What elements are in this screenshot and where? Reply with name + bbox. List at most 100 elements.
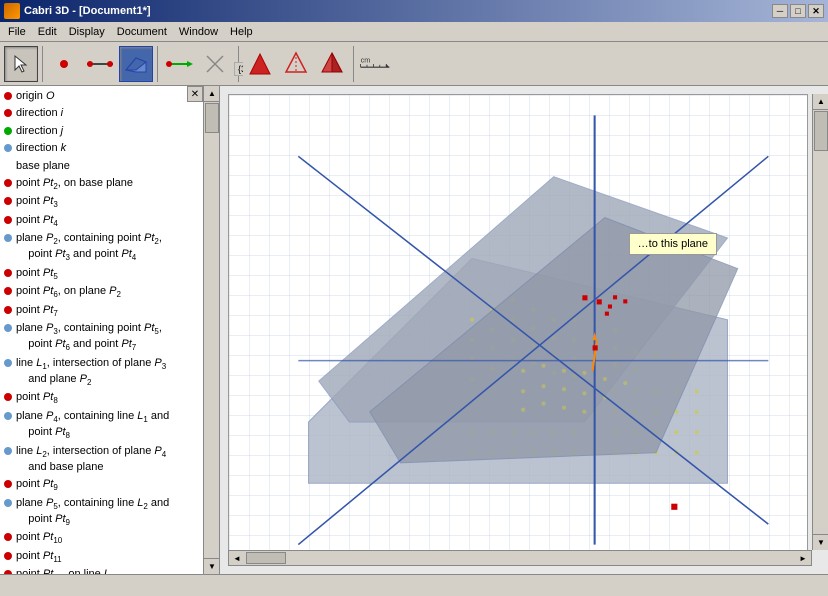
pt2-label: point Pt2, on base plane <box>16 176 133 192</box>
pt10-dot <box>4 533 12 541</box>
pyramid-outline-tool[interactable] <box>279 46 313 82</box>
panel-item-plane-p4[interactable]: plane P4, containing line L1 and point P… <box>0 408 219 443</box>
panel-item-pt7[interactable]: point Pt7 <box>0 302 219 320</box>
origin-label: origin O <box>16 89 55 104</box>
pt9-label: point Pt9 <box>16 477 58 493</box>
panel-item-direction-k[interactable]: direction k <box>0 140 219 157</box>
panel-item-pt9[interactable]: point Pt9 <box>0 476 219 494</box>
bottom-scrollbar[interactable]: ◄ ► <box>228 550 812 566</box>
tooltip: …to this plane <box>629 233 717 255</box>
pyramid-solid-tool[interactable] <box>315 46 349 82</box>
scroll-left-btn[interactable]: ◄ <box>229 551 245 565</box>
left-panel: ✕ origin O direction i direction j direc… <box>0 86 220 574</box>
window-controls: ─ □ ✕ <box>772 4 824 18</box>
panel-item-direction-i[interactable]: direction i <box>0 105 219 122</box>
scene-svg <box>229 95 807 565</box>
pt4-label: point Pt4 <box>16 213 58 229</box>
scroll-up-button[interactable]: ▲ <box>204 86 220 102</box>
panel-item-direction-j[interactable]: direction j <box>0 123 219 140</box>
right-scrollbar[interactable]: ▲ ▼ <box>812 94 828 550</box>
toolbar-separator-2 <box>157 46 158 82</box>
menu-document[interactable]: Document <box>111 24 173 40</box>
close-button[interactable]: ✕ <box>808 4 824 18</box>
dir-j-label: direction j <box>16 124 63 139</box>
scroll-thumb[interactable] <box>205 103 219 133</box>
p3-dot <box>4 324 12 332</box>
triangle-tool[interactable] <box>243 46 277 82</box>
axis-tool[interactable] <box>162 46 196 82</box>
pt5-dot <box>4 269 12 277</box>
panel-item-plane-p2[interactable]: plane P2, containing point Pt2, point Pt… <box>0 230 219 265</box>
scroll-up-btn[interactable]: ▲ <box>813 94 828 110</box>
svg-text:cm: cm <box>361 55 371 64</box>
p2-label: plane P2, containing point Pt2, point Pt… <box>16 231 162 264</box>
pt6-dot <box>4 287 12 295</box>
p5-label: plane P5, containing line L2 and point P… <box>16 496 169 529</box>
app-icon <box>4 3 20 19</box>
perpendicular-tool[interactable] <box>198 46 232 82</box>
toolbar-separator-1 <box>42 46 43 82</box>
pt12-label: point Pt12, on line L2 <box>16 567 114 574</box>
menu-help[interactable]: Help <box>224 24 259 40</box>
pt5-label: point Pt5 <box>16 266 58 282</box>
p4-dot <box>4 412 12 420</box>
scroll-down-button[interactable]: ▼ <box>204 558 220 574</box>
p2-dot <box>4 234 12 242</box>
l1-dot <box>4 359 12 367</box>
scroll-right-btn[interactable]: ► <box>795 551 811 565</box>
panel-item-pt10[interactable]: point Pt10 <box>0 529 219 547</box>
minimize-button[interactable]: ─ <box>772 4 788 18</box>
origin-dot <box>4 92 12 100</box>
pointer-tool[interactable] <box>4 46 38 82</box>
title-bar: Cabri 3D - [Document1*] ─ □ ✕ <box>0 0 828 22</box>
pt11-label: point Pt11 <box>16 549 62 565</box>
line-tool[interactable] <box>83 46 117 82</box>
panel-list: origin O direction i direction j directi… <box>0 86 219 574</box>
panel-item-pt5[interactable]: point Pt5 <box>0 265 219 283</box>
panel-item-line-l2[interactable]: line L2, intersection of plane P4 and ba… <box>0 443 219 477</box>
panel-item-pt11[interactable]: point Pt11 <box>0 548 219 566</box>
pt12-dot <box>4 570 12 574</box>
panel-item-pt2[interactable]: point Pt2, on base plane <box>0 175 219 193</box>
right-scroll-thumb[interactable] <box>814 111 828 151</box>
toolbar: {3} cm <box>0 42 828 86</box>
pt8-dot <box>4 393 12 401</box>
bottom-scroll-thumb[interactable] <box>246 552 286 564</box>
panel-item-pt3[interactable]: point Pt3 <box>0 193 219 211</box>
ruler-tool[interactable]: cm <box>358 46 392 82</box>
pt3-label: point Pt3 <box>16 194 58 210</box>
panel-item-pt4[interactable]: point Pt4 <box>0 212 219 230</box>
panel-item-pt12[interactable]: point Pt12, on line L2 <box>0 566 219 574</box>
status-bar <box>0 574 828 596</box>
menu-display[interactable]: Display <box>63 24 111 40</box>
plane-tool[interactable] <box>119 46 153 82</box>
pt3-dot <box>4 197 12 205</box>
panel-item-base-plane[interactable]: base plane <box>0 158 219 175</box>
pt8-label: point Pt8 <box>16 390 58 406</box>
menu-edit[interactable]: Edit <box>32 24 63 40</box>
maximize-button[interactable]: □ <box>790 4 806 18</box>
pt10-label: point Pt10 <box>16 530 62 546</box>
base-plane-label: base plane <box>16 159 70 174</box>
panel-item-plane-p3[interactable]: plane P3, containing point Pt5, point Pt… <box>0 320 219 355</box>
panel-item-plane-p5[interactable]: plane P5, containing line L2 and point P… <box>0 495 219 530</box>
l2-dot <box>4 447 12 455</box>
dir-k-dot <box>4 144 12 152</box>
p4-label: plane P4, containing line L1 and point P… <box>16 409 169 442</box>
panel-item-pt8[interactable]: point Pt8 <box>0 389 219 407</box>
pt2-dot <box>4 179 12 187</box>
scroll-track <box>204 102 219 558</box>
point-tool[interactable] <box>47 46 81 82</box>
panel-item-line-l1[interactable]: line L1, intersection of plane P3 and pl… <box>0 355 219 390</box>
pt11-dot <box>4 552 12 560</box>
main-content: ✕ origin O direction i direction j direc… <box>0 86 828 574</box>
viewport[interactable]: …to this plane <box>228 94 808 566</box>
scroll-down-btn[interactable]: ▼ <box>813 534 828 550</box>
panel-item-pt6[interactable]: point Pt6, on plane P2 <box>0 283 219 301</box>
menu-file[interactable]: File <box>2 24 32 40</box>
panel-scrollbar[interactable]: ▲ ▼ <box>203 86 219 574</box>
p5-dot <box>4 499 12 507</box>
menu-window[interactable]: Window <box>173 24 224 40</box>
panel-close-button[interactable]: ✕ <box>187 86 203 102</box>
canvas-area[interactable]: …to this plane ▲ ▼ ◄ ► <box>220 86 828 574</box>
